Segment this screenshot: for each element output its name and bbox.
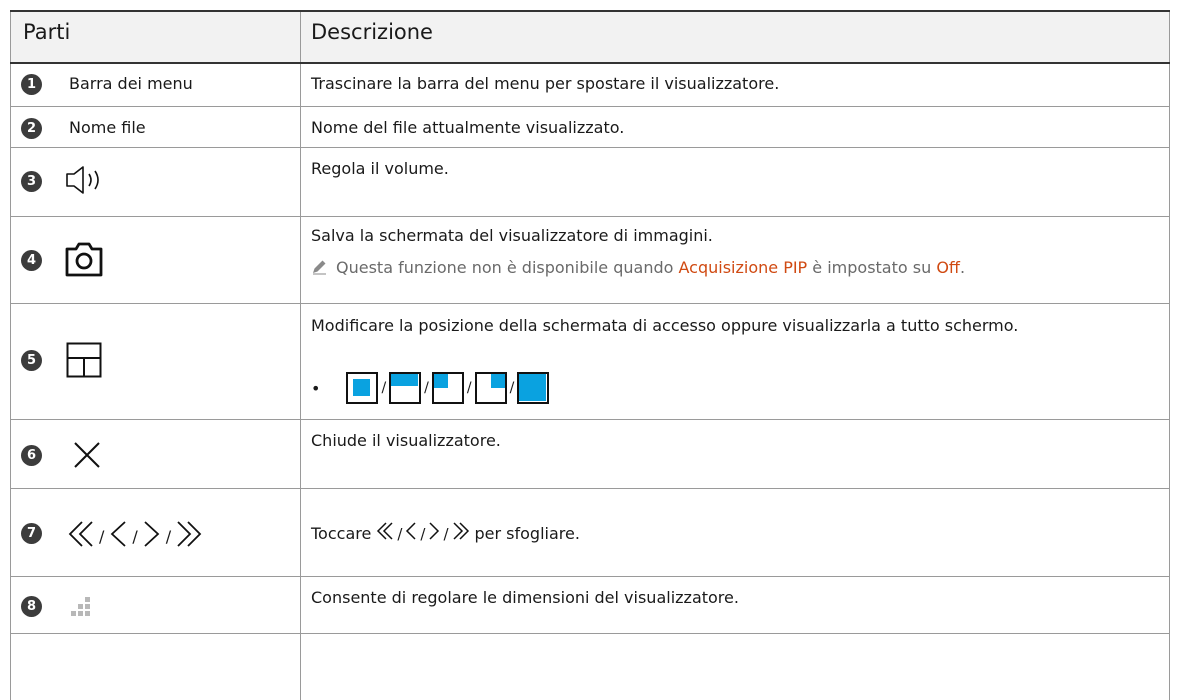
separator: / bbox=[509, 380, 515, 396]
next-page-icon bbox=[428, 521, 440, 547]
previous-page-icon bbox=[107, 519, 129, 553]
separator: / bbox=[99, 526, 105, 546]
note-pencil-icon bbox=[311, 258, 328, 279]
layout-modes: • / / / / bbox=[311, 372, 550, 404]
part-description: Modificare la posizione della schermata … bbox=[311, 316, 1019, 335]
last-page-icon bbox=[174, 519, 204, 553]
volume-icon bbox=[64, 164, 110, 200]
table-row: 3 Regola il volume. bbox=[10, 148, 1170, 216]
description-text: Toccare bbox=[311, 524, 372, 543]
row-number-badge: 7 bbox=[21, 523, 42, 544]
row-number-badge: 4 bbox=[21, 250, 42, 271]
row-number-badge: 8 bbox=[21, 596, 42, 617]
separator: / bbox=[424, 380, 429, 396]
part-description: Salva la schermata del visualizzatore di… bbox=[311, 226, 713, 245]
separator: / bbox=[165, 526, 172, 546]
row-number-badge: 6 bbox=[21, 445, 42, 466]
description-text: per sfogliare. bbox=[474, 524, 580, 543]
note-text: Questa funzione non è disponibile quando bbox=[336, 258, 679, 277]
separator: / bbox=[132, 526, 138, 546]
table-header bbox=[10, 11, 1170, 63]
layout-icon bbox=[66, 342, 102, 382]
separator: / bbox=[443, 525, 449, 543]
table-row: 5 Modificare la posizione della schermat… bbox=[10, 304, 1170, 419]
row-number-badge: 2 bbox=[21, 118, 42, 139]
camera-icon bbox=[64, 240, 104, 282]
top-left-mode-icon bbox=[431, 372, 464, 404]
note-text: è impostato su bbox=[807, 258, 937, 277]
part-description: Chiude il visualizzatore. bbox=[311, 431, 501, 450]
table-row: 6 Chiude il visualizzatore. bbox=[10, 420, 1170, 488]
last-page-icon bbox=[452, 521, 470, 547]
center-mode-icon bbox=[346, 372, 379, 404]
part-description: Trascinare la barra del menu per spostar… bbox=[311, 74, 780, 93]
separator: / bbox=[466, 380, 472, 396]
setting-name-acquisizione-pip: Acquisizione PIP bbox=[678, 258, 808, 277]
previous-page-icon bbox=[405, 521, 417, 547]
table-row: 4 Salva la schermata del visualizzatore … bbox=[10, 217, 1170, 303]
table-row: 2 Nome file Nome del file attualmente vi… bbox=[10, 107, 1170, 147]
first-page-icon bbox=[66, 519, 96, 553]
part-description: Toccare / / / per sfogliare. bbox=[311, 521, 1161, 547]
row-number-badge: 1 bbox=[21, 74, 42, 95]
fullscreen-mode-icon bbox=[517, 372, 550, 404]
close-icon bbox=[72, 440, 102, 474]
separator: / bbox=[420, 525, 426, 543]
first-page-icon bbox=[376, 521, 394, 547]
top-right-mode-icon bbox=[474, 372, 507, 404]
setting-value-off: Off bbox=[936, 258, 960, 277]
note-text: . bbox=[959, 258, 966, 277]
part-description: Regola il volume. bbox=[311, 159, 449, 178]
table-top-border bbox=[10, 10, 1170, 12]
column-header-description: Descrizione bbox=[311, 20, 433, 44]
part-description: Nome del file attualmente visualizzato. bbox=[311, 118, 625, 137]
column-header-parts: Parti bbox=[23, 20, 71, 44]
part-name: Barra dei menu bbox=[69, 74, 193, 93]
navigation-icons: / / / bbox=[66, 519, 204, 553]
row-divider bbox=[10, 633, 1170, 634]
bullet: • bbox=[311, 378, 321, 398]
top-half-mode-icon bbox=[389, 372, 422, 404]
next-page-icon bbox=[141, 519, 163, 553]
part-description: Consente di regolare le dimensioni del v… bbox=[311, 588, 739, 607]
row-number-badge: 3 bbox=[21, 171, 42, 192]
note: Questa funzione non è disponibile quando… bbox=[311, 258, 1171, 279]
resize-handle-icon bbox=[68, 595, 94, 625]
part-name: Nome file bbox=[69, 118, 146, 137]
table-row: 7 / / / Toccare / / / per sfogliare. bbox=[10, 489, 1170, 576]
table-row: 8 Consente di regolare le dimensioni del… bbox=[10, 577, 1170, 633]
separator: / bbox=[381, 380, 387, 396]
row-number-badge: 5 bbox=[21, 350, 42, 371]
separator: / bbox=[397, 525, 403, 543]
table-row: 1 Barra dei menu Trascinare la barra del… bbox=[10, 63, 1170, 106]
